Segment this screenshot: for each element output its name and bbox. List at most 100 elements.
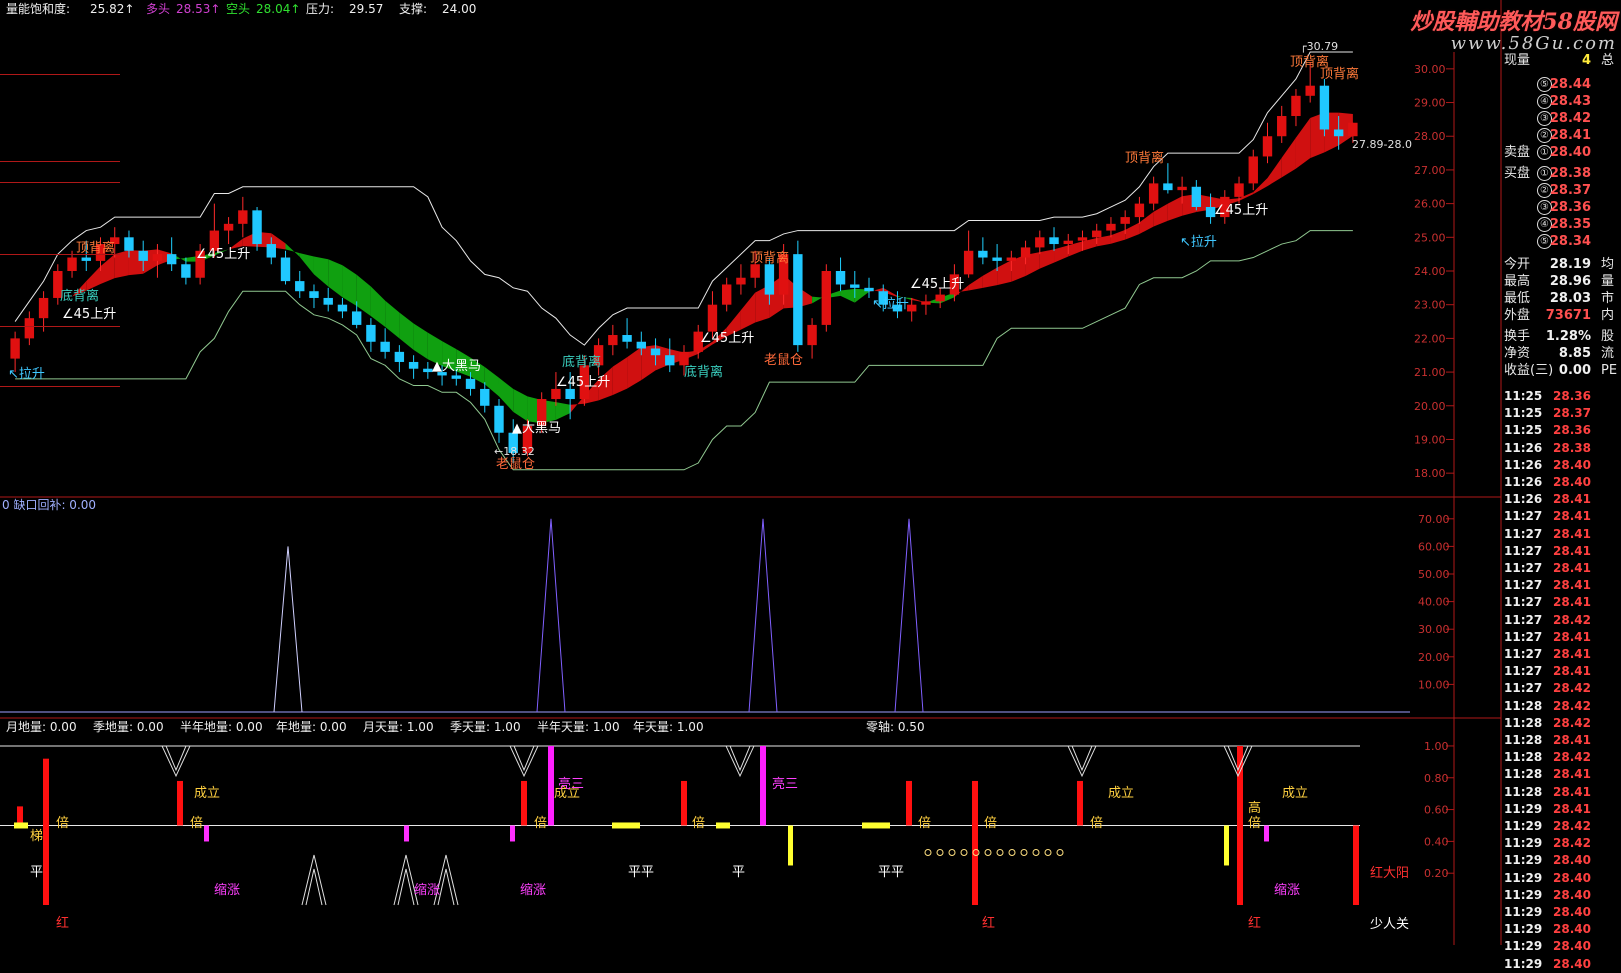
tick-time: 11:25 — [1504, 389, 1543, 403]
flat-bar — [716, 822, 730, 829]
chart-annotation: 顶背离 — [1125, 150, 1164, 166]
chart-annotation: ∠45上升 — [1214, 203, 1268, 218]
dot-marker — [960, 849, 968, 857]
stat-label: 净资 — [1504, 346, 1531, 361]
volume-bar — [972, 780, 978, 905]
panel3-title-item: 年地量: 0.00 — [276, 720, 347, 734]
volume-bar — [681, 780, 687, 826]
high-flag: ┌30.79 — [1300, 40, 1338, 53]
tick-price: 28.40 — [1553, 887, 1591, 902]
stat-row: 收益(三) 0.00 PE — [1501, 362, 1621, 379]
peak-marker — [397, 868, 415, 906]
candle-body — [124, 237, 134, 251]
chart-annotation: ↖拉升 — [8, 367, 45, 382]
candle-body — [864, 287, 874, 292]
top-indicator-name: 量能饱和度: — [6, 1, 70, 16]
tick-time: 11:26 — [1504, 457, 1543, 472]
candle-body — [707, 304, 718, 332]
stat-value: 28.19 — [1549, 257, 1591, 272]
dot-marker — [1032, 849, 1040, 857]
tick-time: 11:25 — [1504, 406, 1543, 421]
chart-annotation: ∠45上升 — [62, 307, 116, 322]
tick-row: 11:28 28.42 — [1501, 715, 1621, 732]
candle-body — [1120, 217, 1130, 224]
flat-bar — [1224, 825, 1229, 866]
panel3-axis-label: 1.00 — [1424, 740, 1449, 753]
flat-bar — [14, 822, 28, 829]
tick-price: 28.40 — [1553, 956, 1591, 971]
gap-spike — [536, 518, 566, 713]
panel3-label: 倍 — [984, 816, 997, 831]
candle-body — [81, 257, 91, 261]
watermark-title: 炒股輔助教材58股网 — [1410, 9, 1617, 35]
tick-price: 28.36 — [1553, 423, 1591, 438]
gap-spike — [748, 518, 778, 713]
candle-body — [323, 297, 333, 305]
candle-body — [238, 210, 248, 224]
v-marker — [509, 745, 539, 778]
stat-ext: 量 — [1601, 274, 1615, 289]
candle-body — [1348, 122, 1358, 137]
tick-price: 28.40 — [1553, 870, 1591, 885]
price-axis-label: 28.00 — [1414, 130, 1446, 143]
candle-body — [736, 277, 746, 285]
peak-marker — [305, 868, 323, 906]
tick-price: 28.41 — [1553, 492, 1591, 507]
ma-ribbon-segment — [982, 267, 998, 288]
candle-body — [1191, 186, 1202, 207]
stat-label: 外盘 — [1504, 308, 1531, 323]
panel2-axis-label: 70.00 — [1418, 513, 1450, 526]
panel3-axis-label: 0.60 — [1424, 804, 1449, 817]
candle-body — [10, 338, 20, 359]
tick-row: 11:29 28.40 — [1501, 852, 1621, 869]
tick-row: 11:28 28.41 — [1501, 732, 1621, 749]
price-axis-label: 29.00 — [1414, 97, 1446, 110]
candle-body — [650, 348, 661, 356]
stat-row: 换手 1.28% 股 — [1501, 328, 1621, 345]
tick-price: 28.42 — [1553, 836, 1591, 851]
panel3-title-item: 月地量: 0.00 — [6, 720, 77, 734]
panel2-title: 0 缺口回补: 0.00 — [2, 497, 96, 512]
tick-price: 28.40 — [1553, 475, 1591, 489]
volume-bar — [1077, 780, 1083, 826]
tick-price: 28.36 — [1553, 389, 1591, 403]
tick-row: 11:27 28.42 — [1501, 680, 1621, 697]
tick-price: 28.41 — [1553, 595, 1591, 610]
ma-ribbon-segment — [968, 275, 983, 291]
tick-price: 28.42 — [1553, 681, 1591, 696]
panel2-axis-label: 30.00 — [1418, 623, 1450, 636]
tick-time: 11:27 — [1504, 681, 1543, 696]
tick-row: 11:28 28.42 — [1501, 749, 1621, 766]
stat-row: 今开 28.19 均 — [1501, 256, 1621, 273]
stat-ext: 均 — [1601, 257, 1615, 272]
price-axis-label: 21.00 — [1414, 366, 1446, 379]
ma-ribbon-segment — [1054, 245, 1069, 263]
flat-bar — [612, 822, 640, 829]
candle-body — [351, 311, 362, 325]
candle-body — [1035, 237, 1045, 248]
chart-annotation: 顶背离 — [1320, 66, 1359, 82]
tick-row: 11:28 28.42 — [1501, 698, 1621, 715]
tick-price: 28.41 — [1553, 526, 1591, 541]
panel3-label: 少人关 — [1370, 917, 1409, 932]
candle-body — [721, 284, 732, 305]
price-axis-label: 25.00 — [1414, 231, 1446, 244]
ma-ribbon-segment — [627, 347, 642, 389]
panel3-label: 倍 — [692, 816, 705, 831]
tick-time: 11:27 — [1504, 509, 1543, 524]
panel3-label: 缩涨 — [214, 882, 240, 898]
price-axis-label: 18.00 — [1414, 467, 1446, 480]
tick-row: 11:27 28.41 — [1501, 577, 1621, 594]
price-axis-label: 27.00 — [1414, 164, 1446, 177]
candle-body — [24, 318, 35, 339]
candle-body — [1248, 156, 1258, 184]
ma-ribbon-segment — [1153, 203, 1168, 227]
ma-ribbon-segment — [1039, 249, 1055, 269]
stat-value: 1.28% — [1545, 329, 1591, 344]
candle-body — [1077, 237, 1088, 241]
tick-price: 28.41 — [1553, 561, 1591, 575]
tick-price: 28.41 — [1553, 578, 1591, 593]
candle-body — [551, 388, 561, 400]
tick-time: 11:27 — [1504, 561, 1543, 575]
panel3-label: 成立 — [1108, 786, 1134, 801]
